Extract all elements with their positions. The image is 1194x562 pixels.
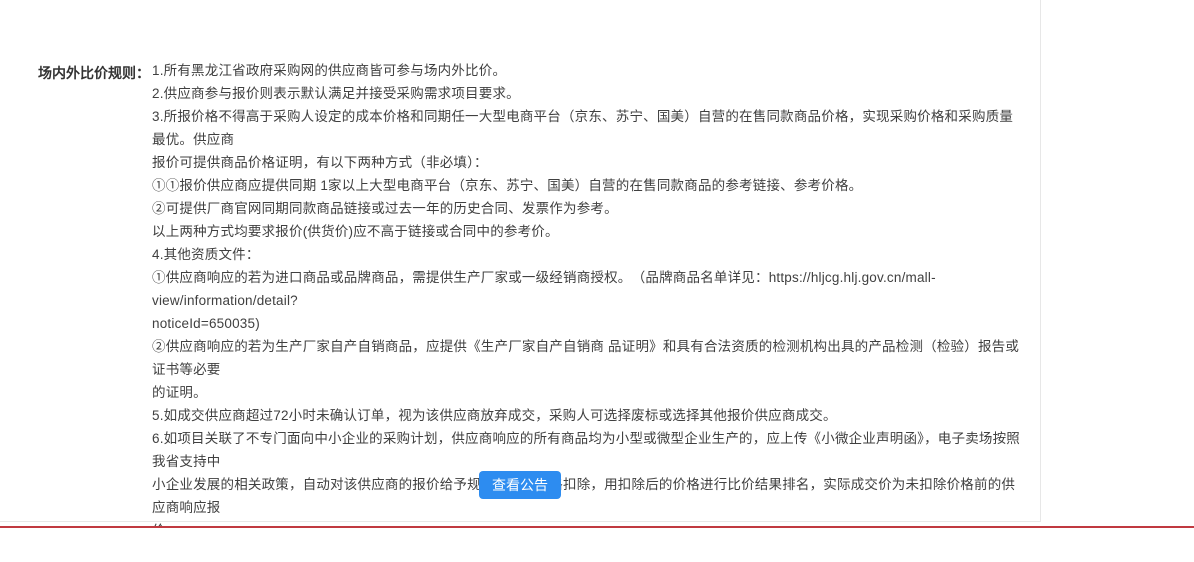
footer: 交易流程 采购人指南 供应商指南 网址链接 运营电话：4000220850 [0, 528, 1194, 562]
rules-title-label: 场内外比价规则： [38, 63, 150, 83]
rules-text: 1.所有黑龙江省政府采购网的供应商皆可参与场内外比价。 2.供应商参与报价则表示… [152, 59, 1020, 542]
view-announcement-button[interactable]: 查看公告 [479, 471, 561, 499]
